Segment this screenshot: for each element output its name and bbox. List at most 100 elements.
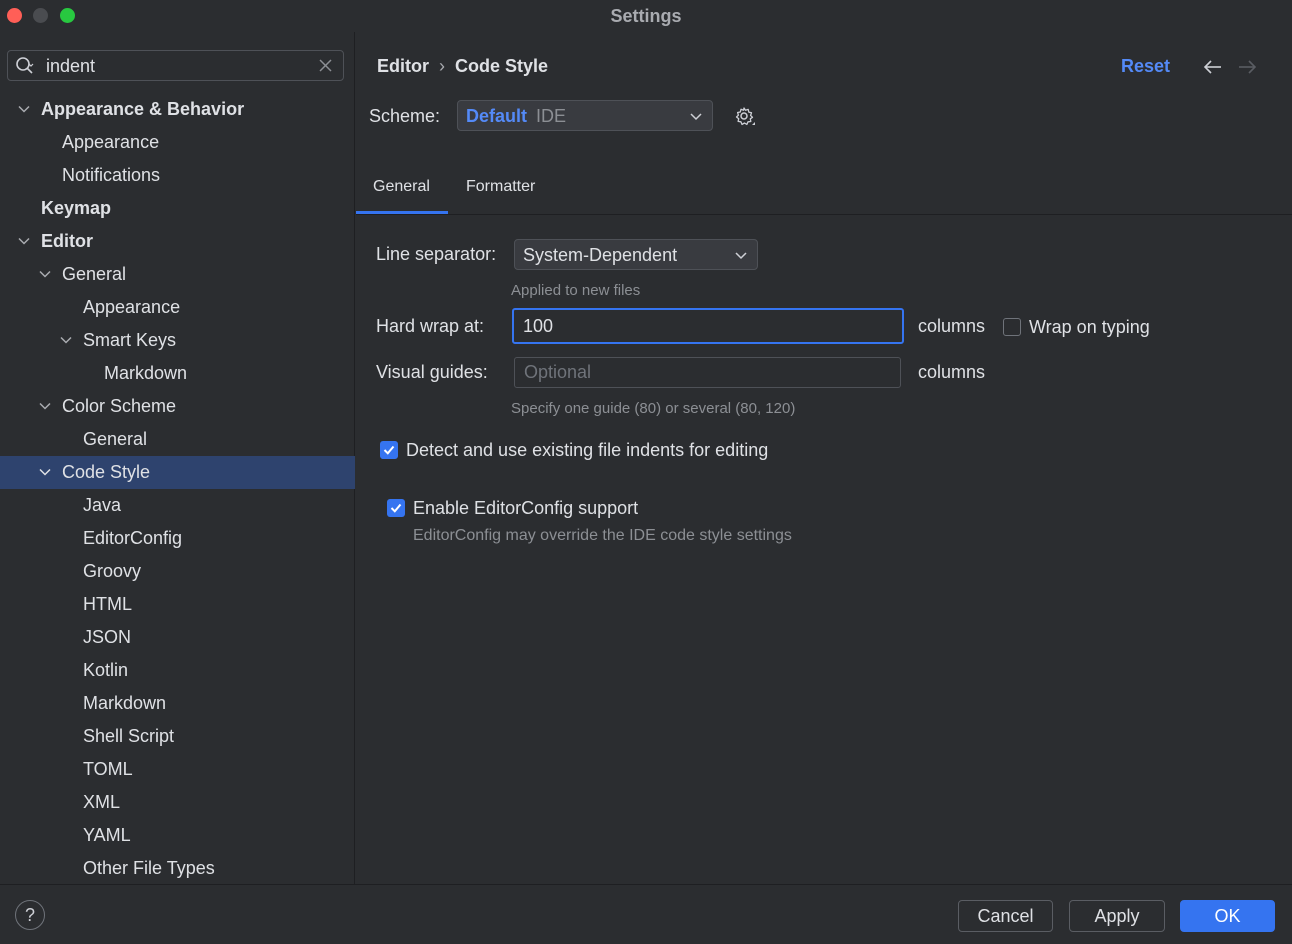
apply-button[interactable]: Apply [1069, 900, 1165, 932]
search-icon [16, 57, 34, 74]
tree-item-appearance-behavior[interactable]: Appearance & Behavior [0, 93, 355, 126]
tree-item-json[interactable]: JSON [0, 621, 355, 654]
tree-item-smart-keys-markdown[interactable]: Markdown [0, 357, 355, 390]
checkmark-icon [383, 445, 395, 455]
tree-item-label: Smart Keys [83, 330, 177, 350]
tree-item-keymap[interactable]: Keymap [0, 192, 355, 225]
visual-guides-label: Visual guides: [376, 362, 488, 382]
arrow-right-icon[interactable] [1237, 59, 1257, 75]
tree-item-code-style[interactable]: Code Style [0, 456, 355, 489]
tree-item-label: General [62, 264, 127, 284]
tree-item-html[interactable]: HTML [0, 588, 355, 621]
chevron-down-icon[interactable] [17, 234, 31, 248]
tree-item-label: Appearance [62, 132, 160, 152]
tab-general[interactable]: General [373, 178, 430, 196]
tree-item-color-scheme[interactable]: Color Scheme [0, 390, 355, 423]
search-input[interactable] [46, 55, 306, 77]
breadcrumb: Editor › Code Style [377, 56, 548, 77]
settings-sidebar: Appearance & Behavior Appearance Notific… [0, 32, 355, 884]
tree-item-appearance[interactable]: Appearance [0, 126, 355, 159]
tree-item-label: Notifications [62, 165, 161, 185]
tree-item-editorconfig[interactable]: EditorConfig [0, 522, 355, 555]
tree-item-color-scheme-general[interactable]: General [0, 423, 355, 456]
tree-item-label: Appearance [83, 297, 181, 317]
tree-item-label: JSON [83, 627, 132, 647]
scheme-kind: IDE [536, 106, 567, 126]
tree-item-label: TOML [83, 759, 133, 779]
tree-item-label: Other File Types [83, 858, 215, 878]
tree-item-label: Color Scheme [62, 396, 177, 416]
wrap-on-typing-label[interactable]: Wrap on typing [1029, 317, 1150, 338]
tree-item-other-file-types[interactable]: Other File Types [0, 852, 355, 885]
detect-indents-label[interactable]: Detect and use existing file indents for… [406, 440, 768, 461]
hard-wrap-unit: columns [918, 316, 986, 336]
chevron-down-icon [690, 113, 702, 121]
gear-icon[interactable] [733, 105, 757, 129]
tree-item-markdown[interactable]: Markdown [0, 687, 355, 720]
wrap-on-typing-checkbox[interactable] [1003, 318, 1021, 336]
editorconfig-label[interactable]: Enable EditorConfig support [413, 498, 638, 519]
tree-item-groovy[interactable]: Groovy [0, 555, 355, 588]
active-tab-indicator [356, 211, 448, 214]
cancel-button[interactable]: Cancel [958, 900, 1053, 932]
line-separator-label: Line separator: [376, 244, 497, 264]
visual-guides-hint: Specify one guide (80) or several (80, 1… [511, 400, 796, 417]
tree-item-shell-script[interactable]: Shell Script [0, 720, 355, 753]
line-separator-value: System-Dependent [523, 245, 678, 265]
title-bar: Settings [0, 0, 1292, 32]
clear-search-icon[interactable] [318, 58, 333, 73]
scheme-dropdown[interactable]: Default IDE [457, 100, 713, 131]
settings-main-panel: Editor › Code Style Reset Scheme: Default … [356, 32, 1292, 884]
tree-item-yaml[interactable]: YAML [0, 819, 355, 852]
tree-item-label: Shell Script [83, 726, 175, 746]
chevron-down-icon [735, 252, 747, 260]
chevron-down-icon[interactable] [38, 399, 52, 413]
editorconfig-hint: EditorConfig may override the IDE code s… [413, 527, 792, 544]
tree-item-editor-general[interactable]: General [0, 258, 355, 291]
breadcrumb-current: Code Style [455, 56, 549, 76]
line-separator-hint: Applied to new files [511, 282, 641, 299]
tree-item-kotlin[interactable]: Kotlin [0, 654, 355, 687]
help-button[interactable]: ? [15, 900, 45, 930]
visual-guides-input[interactable] [514, 357, 901, 388]
tree-item-label: Keymap [41, 198, 112, 218]
tree-item-label: HTML [83, 594, 132, 614]
ok-button[interactable]: OK [1180, 900, 1275, 932]
tree-item-label: XML [83, 792, 121, 812]
tab-bar: General Formatter [356, 172, 1292, 215]
tree-item-label: Java [83, 495, 122, 515]
scheme-name: Default [466, 106, 528, 126]
tree-item-xml[interactable]: XML [0, 786, 355, 819]
chevron-down-icon[interactable] [17, 102, 31, 116]
breadcrumb-parent[interactable]: Editor [377, 56, 429, 76]
chevron-down-icon[interactable] [38, 267, 52, 281]
tree-item-label: Markdown [83, 693, 167, 713]
tree-item-java[interactable]: Java [0, 489, 355, 522]
chevron-down-icon[interactable] [38, 465, 52, 479]
tree-item-label: Kotlin [83, 660, 129, 680]
editorconfig-checkbox[interactable] [387, 499, 405, 517]
breadcrumb-separator: › [439, 56, 445, 76]
tree-item-label: Appearance & Behavior [41, 99, 245, 119]
hard-wrap-input[interactable] [512, 308, 904, 344]
hard-wrap-label: Hard wrap at: [376, 316, 485, 336]
tree-item-smart-keys[interactable]: Smart Keys [0, 324, 355, 357]
tree-item-label: Markdown [104, 363, 188, 383]
tree-item-toml[interactable]: TOML [0, 753, 355, 786]
arrow-left-icon[interactable] [1203, 59, 1223, 75]
settings-search-box[interactable] [7, 50, 344, 81]
window-title: Settings [610, 6, 682, 26]
tree-item-label: YAML [83, 825, 131, 845]
tree-item-notifications[interactable]: Notifications [0, 159, 355, 192]
tree-item-label: Editor [41, 231, 93, 251]
chevron-down-icon[interactable] [59, 333, 73, 347]
tree-item-general-appearance[interactable]: Appearance [0, 291, 355, 324]
detect-indents-checkbox[interactable] [380, 441, 398, 459]
checkmark-icon [390, 503, 402, 513]
dialog-footer: ? Cancel Apply OK [0, 884, 1292, 944]
line-separator-dropdown[interactable]: System-Dependent [514, 239, 758, 270]
tab-formatter[interactable]: Formatter [466, 178, 535, 196]
reset-link[interactable]: Reset [1121, 56, 1170, 77]
tree-item-editor[interactable]: Editor [0, 225, 355, 258]
tree-item-label: General [83, 429, 148, 449]
